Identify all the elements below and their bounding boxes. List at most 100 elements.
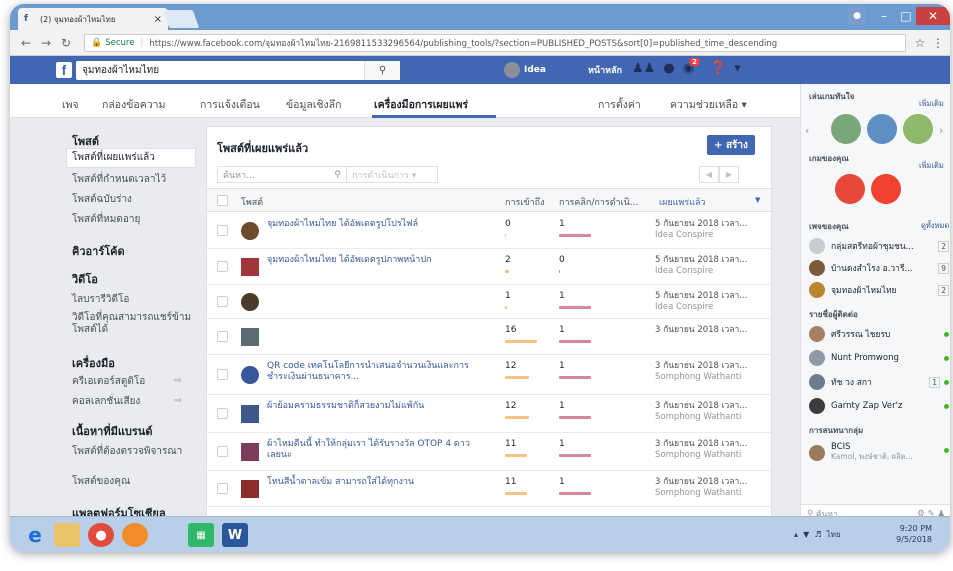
browser-tab[interactable]: f (2) จุมทองผ้าไหมไทย ×	[18, 8, 168, 30]
menu-posts-to-review[interactable]: โพสต์ที่ต้องตรวจพิจารณา	[72, 446, 192, 458]
chrome-icon[interactable]: ●	[88, 523, 114, 547]
table-row[interactable]: จุมทองผ้าไหมไทย ได้อัพเดตรูปภาพหน้าปก 2 0 5…	[207, 249, 771, 285]
app-icon[interactable]: ▦	[188, 523, 214, 547]
facebook-logo-icon[interactable]: f	[56, 62, 72, 78]
contact-row[interactable]: ศรีวรรณ ไชยรบ	[809, 324, 949, 344]
post-thumbnail[interactable]	[241, 328, 259, 346]
language-indicator[interactable]: ไทย	[827, 530, 841, 539]
post-thumbnail[interactable]	[241, 405, 259, 423]
page-row[interactable]: จุมทองผ้าไหมไทย 2	[809, 280, 949, 300]
row-checkbox[interactable]	[217, 225, 228, 236]
menu-expired-posts[interactable]: โพสต์ที่หมดอายุ	[72, 214, 192, 226]
group-chat-row[interactable]: BCIS Kamol, พงษ์ชาติ, ผลิต...	[809, 442, 949, 468]
table-row[interactable]: ผ้าย้อมครามธรรมชาติก็สวยงามไม่แพ้กัน 12 1 3…	[207, 395, 771, 433]
table-row[interactable]: QR code เทคโนโลยีการนำเสนอจำนวนเงินและกา…	[207, 355, 771, 395]
help-icon[interactable]: ❓	[710, 61, 726, 76]
carousel-right-icon[interactable]: ›	[939, 124, 943, 137]
post-link[interactable]: โทนสีน้ำตาลเข้ม สามารถใส่ได้ทุกงาน	[267, 477, 473, 488]
page-row[interactable]: กลุ่มสตรีทอผ้าชุมชน... 2	[809, 236, 949, 256]
account-menu-icon[interactable]: ▾	[734, 61, 741, 76]
tab-inbox[interactable]: กล่องข้อความ	[102, 96, 165, 113]
contact-row[interactable]: Garnty Zap Ver'z	[809, 396, 949, 416]
post-thumbnail[interactable]	[241, 222, 259, 240]
column-post[interactable]: โพสต์	[241, 195, 263, 209]
page-row[interactable]: บ้านดงสำโรง อ.วารี... 9	[809, 258, 949, 278]
qr-heading[interactable]: คิวอาร์โค้ด	[72, 242, 125, 260]
post-thumbnail[interactable]	[241, 480, 259, 498]
tab-notifications[interactable]: การแจ้งเตือน	[200, 96, 260, 113]
game-thumbnail[interactable]	[867, 114, 897, 144]
menu-crosspost-videos[interactable]: วิดีโอที่คุณสามารถแชร์ข้ามโพสต์ได้	[72, 312, 192, 336]
friend-requests-icon[interactable]: ♟♟	[632, 61, 655, 76]
games-more-link[interactable]: เพิ่มเติม	[919, 98, 944, 110]
notifications-icon[interactable]: ◉ 2	[683, 58, 700, 76]
table-row[interactable]: โทนสีน้ำตาลเข้ม สามารถใส่ได้ทุกงาน 11 1 3 ก…	[207, 471, 771, 507]
column-reach[interactable]: การเข้าถึง	[505, 195, 544, 209]
post-link[interactable]: จุมทองผ้าไหมไทย ได้อัพเดตรูปภาพหน้าปก	[267, 255, 473, 266]
game-thumbnail[interactable]	[831, 114, 861, 144]
contact-row[interactable]: Nunt Promwong	[809, 348, 949, 368]
menu-draft-posts[interactable]: โพสต์ฉบับร่าง	[72, 194, 192, 206]
post-thumbnail[interactable]	[241, 293, 259, 311]
row-checkbox[interactable]	[217, 483, 228, 494]
firefox-icon[interactable]	[122, 523, 148, 547]
forward-icon[interactable]: →	[38, 36, 54, 50]
table-row[interactable]: จุมทองผ้าไหมไทย ได้อัพเดตรูปโปรไฟล์ 0 1 5 ก…	[207, 213, 771, 249]
maximize-icon[interactable]: □	[894, 7, 918, 25]
post-link[interactable]: QR code เทคโนโลยีการนำเสนอจำนวนเงินและกา…	[267, 361, 473, 383]
column-engagement[interactable]: การคลิก/การดำเนิ...	[559, 195, 638, 209]
row-checkbox[interactable]	[217, 369, 228, 380]
close-window-icon[interactable]: ✕	[916, 7, 950, 25]
menu-your-posts[interactable]: โพสต์ของคุณ	[72, 476, 192, 488]
menu-scheduled-posts[interactable]: โพสต์ที่กำหนดเวลาไว้	[72, 174, 192, 186]
contact-row[interactable]: ทัช วง สกา 1	[809, 372, 949, 392]
post-thumbnail[interactable]	[241, 258, 259, 276]
tray-up-icon[interactable]: ▴	[794, 530, 798, 539]
profile-link[interactable]: Idea	[504, 62, 546, 78]
your-games-more-link[interactable]: เพิ่มเติม	[919, 160, 944, 172]
bookmark-star-icon[interactable]: ☆	[912, 36, 928, 50]
next-page-icon[interactable]: ▶	[719, 166, 739, 183]
carousel-left-icon[interactable]: ‹	[805, 124, 809, 137]
row-checkbox[interactable]	[217, 296, 228, 307]
select-all-checkbox[interactable]	[217, 195, 228, 206]
menu-published-posts[interactable]: โพสต์ที่เผยแพร่แล้ว	[66, 148, 196, 168]
system-clock[interactable]: 9:20 PM 9/5/2018	[892, 523, 932, 545]
word-icon[interactable]: W	[222, 523, 248, 547]
game-thumbnail[interactable]	[903, 114, 933, 144]
browser-menu-icon[interactable]: ⋮	[932, 36, 944, 50]
game-thumbnail[interactable]	[835, 174, 865, 204]
row-checkbox[interactable]	[217, 331, 228, 342]
new-tab-button[interactable]	[162, 10, 200, 28]
post-thumbnail[interactable]	[241, 366, 259, 384]
row-checkbox[interactable]	[217, 446, 228, 457]
row-checkbox[interactable]	[217, 261, 228, 272]
reload-icon[interactable]: ↻	[58, 36, 74, 50]
post-link[interactable]: ผ้าย้อมครามธรรมชาติก็สวยงามไม่แพ้กัน	[267, 401, 473, 412]
back-icon[interactable]: ←	[18, 36, 34, 50]
table-row[interactable]: 1 1 5 กันยายน 2018 เวลา... Idea Conspire	[207, 285, 771, 319]
home-link[interactable]: หน้าหลัก	[588, 62, 622, 78]
actions-dropdown[interactable]: การดำเนินการ ▾	[346, 166, 438, 183]
ie-browser-icon[interactable]: e	[22, 523, 48, 547]
table-row[interactable]: ผ้าไหมดีนนี้ ทำให้กลุ่มเรา ได้รับรางวัล …	[207, 433, 771, 471]
volume-icon[interactable]: ♬	[814, 530, 821, 539]
post-link[interactable]: จุมทองผ้าไหมไทย ได้อัพเดตรูปโปรไฟล์	[267, 219, 473, 230]
tab-insights[interactable]: ข้อมูลเชิงลึก	[286, 96, 341, 113]
table-row[interactable]: 16 1 3 กันยายน 2018 เวลา...	[207, 319, 771, 355]
row-checkbox[interactable]	[217, 408, 228, 419]
network-icon[interactable]: ▼	[803, 530, 809, 539]
facebook-search-input[interactable]: จุมทองผ้าไหมไทย	[76, 61, 400, 80]
file-explorer-icon[interactable]	[54, 523, 80, 547]
column-published[interactable]: เผยแพร่แล้ว	[659, 195, 706, 209]
create-button[interactable]: + สร้าง	[707, 135, 755, 155]
see-all-pages-link[interactable]: ดูทั้งหมด	[921, 220, 949, 232]
user-profile-icon[interactable]: ●	[848, 7, 866, 25]
tab-settings[interactable]: การตั้งค่า	[598, 96, 641, 113]
post-link[interactable]: ผ้าไหมดีนนี้ ทำให้กลุ่มเรา ได้รับรางวัล …	[267, 439, 473, 461]
close-tab-icon[interactable]: ×	[154, 14, 162, 25]
prev-page-icon[interactable]: ◀	[699, 166, 719, 183]
url-input[interactable]: 🔒 Secure | https://www.facebook.com/จุมท…	[84, 33, 906, 52]
tab-publishing-tools[interactable]: เครื่องมือการเผยแพร่	[374, 96, 468, 113]
menu-video-library[interactable]: ไลบรารีวิดีโอ	[72, 294, 192, 306]
